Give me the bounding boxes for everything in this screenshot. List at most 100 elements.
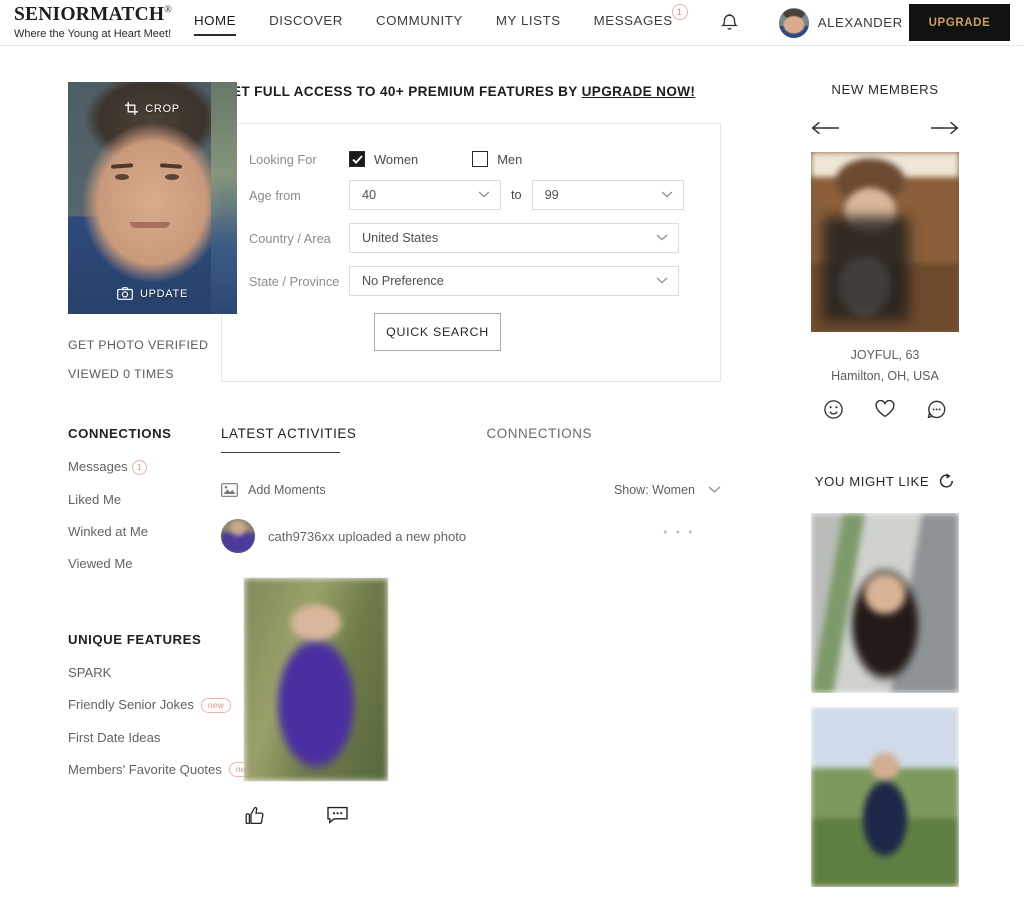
notifications-bell[interactable]: [720, 13, 739, 33]
get-photo-verified-link[interactable]: GET PHOTO VERIFIED: [68, 338, 216, 352]
sidebar-item-first-date-ideas[interactable]: First Date Ideas: [68, 730, 160, 745]
men-checkbox-box: [472, 151, 489, 167]
looking-for-row: Looking For Women Men: [222, 151, 720, 167]
messages-count-badge: 1: [131, 460, 147, 475]
women-checkbox-label: Women: [374, 151, 419, 167]
viewed-times-label: VIEWED 0 TIMES: [68, 367, 174, 381]
unique-features-heading: UNIQUE FEATURES: [68, 632, 202, 647]
show-filter-select[interactable]: Show: Women: [614, 483, 721, 497]
age-to-select[interactable]: 99: [531, 180, 684, 210]
upgrade-button[interactable]: UPGRADE: [909, 4, 1010, 41]
age-to-value: 99: [544, 188, 559, 202]
tab-latest-activities[interactable]: LATEST ACTIVITIES: [221, 426, 356, 454]
post-avatar[interactable]: [221, 519, 255, 553]
new-member-location: Hamilton, OH, USA: [831, 369, 939, 383]
nav-item-home[interactable]: HOME: [194, 13, 237, 36]
update-photo-button[interactable]: UPDATE: [68, 287, 237, 300]
chevron-down-icon: [656, 277, 668, 284]
post-photo[interactable]: [243, 577, 389, 782]
quick-search-button[interactable]: QUICK SEARCH: [374, 313, 501, 351]
promo-banner: GET FULL ACCESS TO 40+ PREMIUM FEATURES …: [221, 84, 761, 99]
sidebar-item-winked-at-me[interactable]: Winked at Me: [68, 524, 148, 539]
new-member-name-age: JOYFUL, 63: [850, 348, 920, 362]
nav-item-discover[interactable]: DISCOVER: [269, 13, 343, 33]
check-icon: [351, 154, 363, 164]
state-select[interactable]: No Preference: [349, 266, 679, 296]
carousel-arrows: [811, 121, 959, 140]
post-header: cath9736xx uploaded a new photo: [221, 519, 721, 553]
user-menu[interactable]: ALEXANDER: [778, 7, 928, 38]
profile-photo[interactable]: CROP UPDATE: [68, 82, 237, 314]
looking-for-label: Looking For: [249, 151, 317, 167]
chevron-down-icon: [656, 234, 668, 241]
nav-item-community[interactable]: COMMUNITY: [376, 13, 463, 33]
quick-search-label: QUICK SEARCH: [386, 325, 489, 339]
refresh-icon[interactable]: [938, 472, 955, 490]
thumbs-up-icon: [245, 806, 264, 825]
update-label: UPDATE: [139, 287, 188, 300]
site-header: SENIORMATCH® Where the Young at Heart Me…: [0, 0, 1024, 46]
camera-icon: [117, 287, 133, 300]
feed-toolbar: Add Moments Show: Women: [221, 483, 721, 497]
image-icon: [221, 483, 238, 497]
comment-button[interactable]: [327, 806, 348, 830]
age-from-select[interactable]: 40: [349, 180, 501, 210]
message-member-button[interactable]: [927, 400, 946, 424]
logo-title: SENIORMATCH®: [14, 4, 173, 26]
nav-item-messages[interactable]: MESSAGES 1: [594, 3, 688, 33]
crop-photo-button[interactable]: CROP: [68, 102, 237, 115]
country-row: Country / Area United States: [222, 223, 720, 253]
page-body: CROP UPDATE GET PHOTO VERIFIED VIEWED 0 …: [0, 46, 1024, 901]
logo[interactable]: SENIORMATCH® Where the Young at Heart Me…: [14, 4, 180, 40]
add-moments-button[interactable]: Add Moments: [221, 483, 326, 497]
you-might-like-header: YOU MIGHT LIKE: [761, 472, 1009, 490]
country-value: United States: [362, 231, 439, 245]
sidebar-item-liked-me[interactable]: Liked Me: [68, 492, 121, 507]
sidebar-item-viewed-me[interactable]: Viewed Me: [68, 556, 133, 571]
sidebar-item-messages[interactable]: Messages 1: [68, 459, 147, 475]
age-from-value: 40: [362, 188, 377, 202]
chevron-down-icon: [661, 191, 672, 198]
country-select[interactable]: United States: [349, 223, 679, 253]
user-name-label: ALEXANDER: [817, 15, 903, 30]
upgrade-now-link[interactable]: UPGRADE NOW!: [582, 84, 696, 99]
chat-icon: [927, 400, 946, 419]
tab-connections[interactable]: CONNECTIONS: [486, 426, 592, 453]
registered-mark: ®: [164, 4, 173, 16]
chevron-down-icon: [708, 486, 721, 493]
post-options-button[interactable]: • • •: [663, 525, 695, 539]
profile-photo-image: [68, 82, 237, 314]
smiley-icon: [824, 400, 843, 419]
arrow-right-icon: [931, 121, 959, 135]
women-checkbox[interactable]: Women: [349, 151, 418, 167]
post-text: cath9736xx uploaded a new photo: [268, 528, 467, 544]
nav-item-my-lists[interactable]: MY LISTS: [496, 13, 561, 33]
country-label: Country / Area: [249, 230, 331, 246]
carousel-next-button[interactable]: [930, 121, 959, 140]
left-sidebar: CROP UPDATE GET PHOTO VERIFIED VIEWED 0 …: [0, 82, 260, 901]
messages-badge: 1: [671, 3, 688, 20]
men-checkbox-label: Men: [497, 151, 523, 167]
age-row: Age from 40 to 99: [222, 180, 720, 210]
like-member-button[interactable]: [875, 399, 895, 424]
arrow-left-icon: [811, 121, 839, 135]
content-tabs: LATEST ACTIVITIES CONNECTIONS: [221, 426, 761, 454]
sidebar-item-spark[interactable]: SPARK: [68, 665, 111, 680]
sidebar-item-friendly-senior-jokes[interactable]: Friendly Senior Jokes new: [68, 697, 232, 713]
chevron-down-icon: [478, 191, 490, 198]
quick-search-form: Looking For Women Men Age from 40 to 99 …: [221, 123, 721, 382]
suggested-member-photo[interactable]: [811, 707, 959, 887]
women-checkbox-box: [349, 151, 365, 167]
new-member-photo[interactable]: [811, 152, 959, 332]
crop-icon: [125, 102, 139, 115]
suggested-member-photo[interactable]: [811, 513, 959, 693]
wink-button[interactable]: [824, 400, 843, 424]
upgrade-button-label: UPGRADE: [928, 16, 991, 29]
post-actions: [245, 806, 721, 830]
bell-icon: [720, 13, 738, 30]
carousel-prev-button[interactable]: [811, 121, 840, 140]
new-members-heading: NEW MEMBERS: [831, 82, 939, 97]
you-might-like-heading: YOU MIGHT LIKE: [814, 473, 930, 489]
like-button[interactable]: [245, 806, 265, 830]
men-checkbox[interactable]: Men: [472, 151, 522, 167]
